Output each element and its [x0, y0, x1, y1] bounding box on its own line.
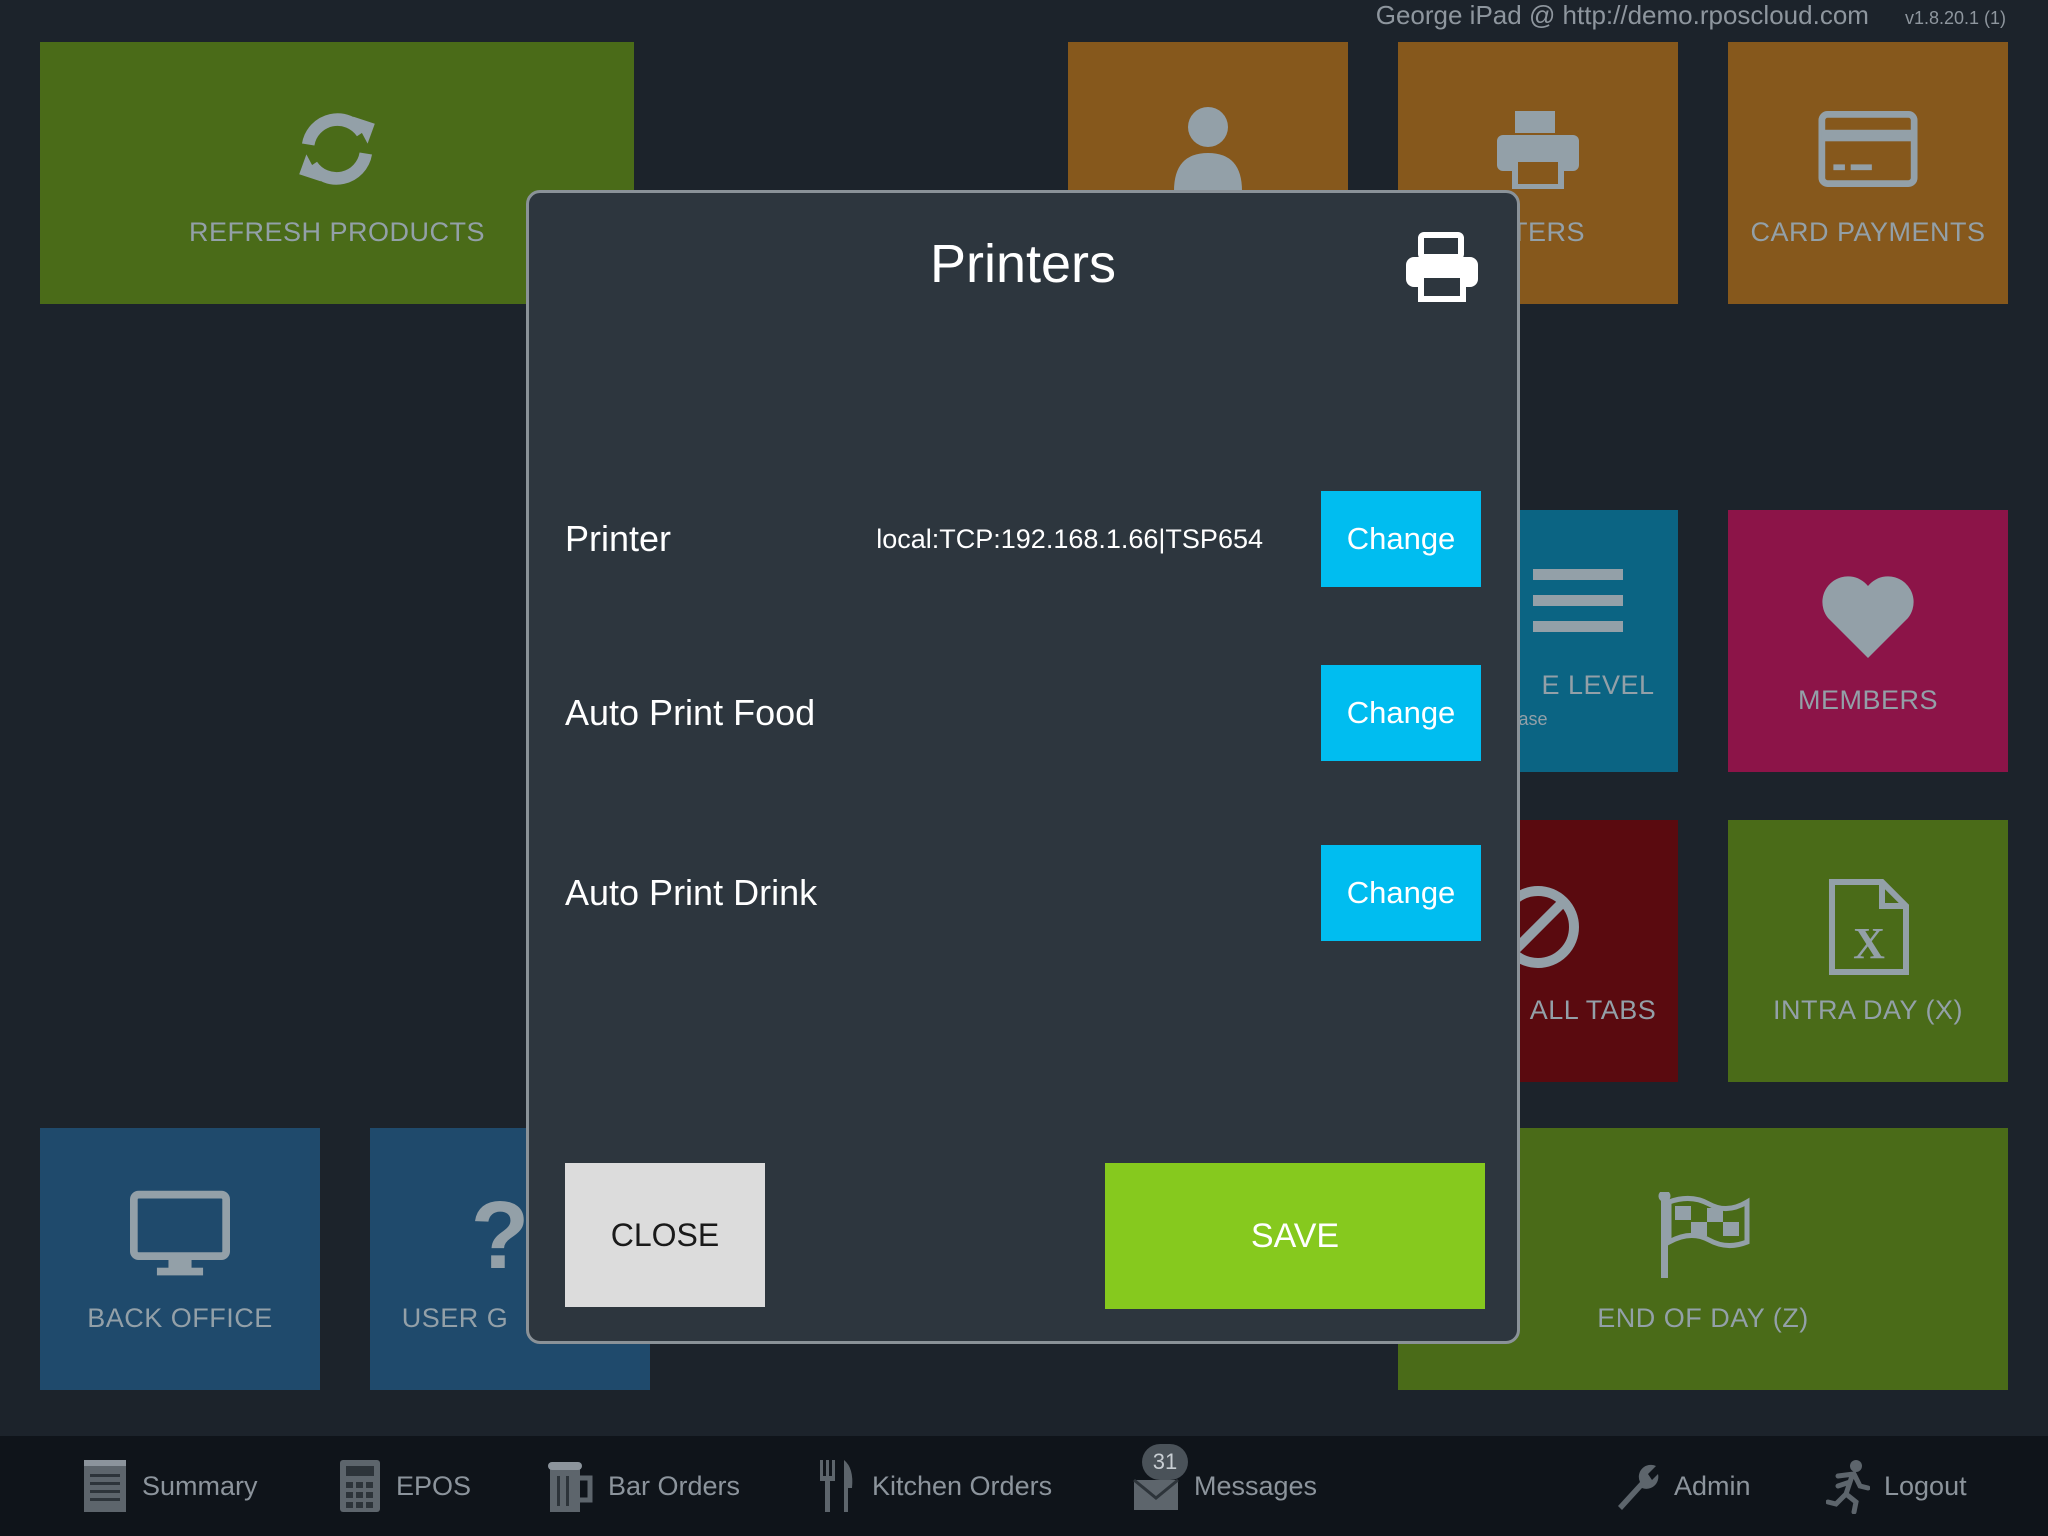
auto-print-food-row: Auto Print Food Change	[565, 665, 1481, 761]
wrench-icon	[1618, 1464, 1659, 1510]
tab-summary[interactable]: Summary	[82, 1436, 258, 1536]
tab-label: Messages	[1194, 1470, 1318, 1501]
tile-label: MEMBERS	[1797, 684, 1939, 715]
dialog-title: Printers	[929, 234, 1117, 294]
printer-icon	[1403, 231, 1481, 309]
auto-print-drink-label: Auto Print Drink	[565, 872, 818, 913]
tile-label: REFRESH PRODUCTS	[188, 216, 486, 247]
card-payments-tile[interactable]: CARD PAYMENTS	[1728, 42, 2008, 304]
tab-label: Kitchen Orders	[872, 1470, 1053, 1501]
tab-label: Summary	[142, 1470, 258, 1501]
tile-sublabel: ase	[1518, 709, 1548, 729]
bottom-tab-bar: Summary EPOS Bar Orders Kitchen Orders M…	[0, 1436, 2048, 1536]
running-exit-icon	[1826, 1460, 1870, 1514]
app-version: v1.8.20.1 (1)	[1904, 8, 2006, 28]
tile-label: USER G	[401, 1302, 509, 1333]
tab-logout[interactable]: Logout	[1826, 1436, 1967, 1536]
tab-label: Logout	[1884, 1470, 1967, 1501]
tab-kitchen-orders[interactable]: Kitchen Orders	[818, 1436, 1052, 1536]
change-printer-button[interactable]: Change	[1321, 491, 1481, 587]
monitor-icon	[130, 1185, 230, 1285]
credit-card-icon	[1818, 99, 1918, 199]
tile-label: END OF DAY (Z)	[1597, 1302, 1809, 1333]
members-tile[interactable]: MEMBERS	[1728, 510, 2008, 772]
tab-admin[interactable]: Admin	[1612, 1436, 1751, 1536]
tile-label: E LEVEL	[1541, 670, 1655, 700]
messages-count-badge: 31	[1142, 1444, 1188, 1480]
printer-row: Printer local:TCP:192.168.1.66|TSP654 Ch…	[565, 491, 1481, 587]
printer-value: local:TCP:192.168.1.66|TSP654	[876, 523, 1263, 554]
tile-label: ALL TABS	[1529, 994, 1657, 1025]
tile-label: INTRA DAY (X)	[1772, 994, 1964, 1025]
tab-label: Bar Orders	[608, 1470, 741, 1501]
fork-knife-icon	[820, 1460, 853, 1512]
tab-epos[interactable]: EPOS	[338, 1436, 471, 1536]
printer-label: Printer	[565, 518, 672, 559]
user-icon	[1158, 98, 1258, 198]
refresh-icon	[287, 99, 387, 199]
svg-text:?: ?	[471, 1190, 530, 1280]
change-auto-print-food-button[interactable]: Change	[1321, 665, 1481, 761]
auto-print-food-label: Auto Print Food	[565, 692, 816, 733]
printer-icon	[1488, 99, 1588, 199]
notepad-icon	[84, 1460, 126, 1512]
heart-icon	[1818, 567, 1918, 667]
tab-messages[interactable]: Messages 31	[1132, 1436, 1317, 1536]
checkered-flag-icon	[1653, 1185, 1753, 1285]
save-button[interactable]: SAVE	[1105, 1163, 1485, 1309]
tile-label: CARD PAYMENTS	[1750, 216, 1986, 247]
menu-lines-icon	[1528, 552, 1628, 652]
tile-label: BACK OFFICE	[87, 1302, 273, 1333]
beer-mug-icon	[548, 1462, 593, 1512]
tab-bar-orders[interactable]: Bar Orders	[546, 1436, 740, 1536]
x-report-file-icon: X	[1818, 877, 1918, 977]
svg-text:X: X	[1853, 919, 1885, 968]
auto-print-drink-row: Auto Print Drink Change	[565, 845, 1481, 941]
intra-day-tile[interactable]: X INTRA DAY (X)	[1728, 820, 2008, 1082]
back-office-tile[interactable]: BACK OFFICE	[40, 1128, 320, 1390]
tab-label: EPOS	[396, 1470, 472, 1501]
status-header: George iPad @ http://demo.rposcloud.com …	[1376, 0, 2006, 32]
tab-label: Admin	[1674, 1470, 1751, 1501]
printers-dialog: Printers Printer local:TCP:192.168.1.66|…	[526, 190, 1520, 1344]
change-auto-print-drink-button[interactable]: Change	[1321, 845, 1481, 941]
calculator-icon	[340, 1460, 380, 1512]
device-url: George iPad @ http://demo.rposcloud.com	[1375, 0, 1869, 30]
close-button[interactable]: CLOSE	[565, 1163, 765, 1307]
